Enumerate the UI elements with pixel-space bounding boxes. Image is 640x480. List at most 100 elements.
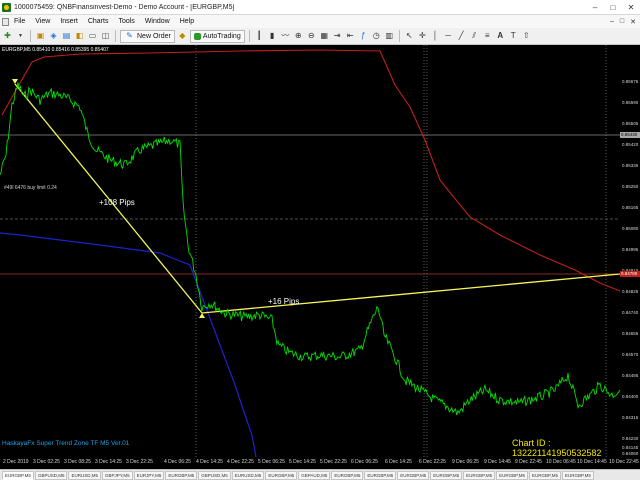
chart-tab[interactable]: EURGBP,M5 bbox=[430, 470, 463, 480]
autoscroll-icon[interactable]: ⇥ bbox=[332, 31, 343, 42]
chart-tab[interactable]: GBPUSD,M5 bbox=[198, 470, 231, 480]
yellow-trendline-flat[interactable] bbox=[201, 273, 621, 314]
terminal-icon[interactable]: ▭ bbox=[87, 31, 98, 42]
menu-insert[interactable]: Insert bbox=[55, 18, 83, 25]
mdi-controls: – □ ✕ bbox=[610, 18, 640, 26]
chart-tab[interactable]: EURUSD,M5 bbox=[68, 470, 101, 480]
bar-chart-icon[interactable]: ┃ bbox=[254, 31, 265, 42]
price-axis-label: 0.84400 bbox=[622, 394, 639, 399]
chart-tab[interactable]: EURGBP,M5 bbox=[496, 470, 529, 480]
time-axis-label: 6 Dec 14:25 bbox=[385, 459, 412, 465]
time-axis-label: 9 Dec 22:45 bbox=[515, 459, 542, 465]
trendline-icon[interactable]: ╱ bbox=[456, 31, 467, 42]
toolbar-separator bbox=[398, 30, 400, 42]
price-axis-label: 0.84315 bbox=[622, 415, 639, 420]
chart-tab[interactable]: EURGBP,M5 bbox=[463, 470, 496, 480]
price-axis-label: 0.85080 bbox=[622, 226, 639, 231]
tile-windows-icon[interactable]: ▦ bbox=[319, 31, 330, 42]
time-axis-label: 6 Dec 22:25 bbox=[419, 459, 446, 465]
fibonacci-icon[interactable]: ≡ bbox=[482, 31, 493, 42]
chart-tab[interactable]: EURGBP,M5 bbox=[529, 470, 561, 480]
time-axis-label: 9 Dec 14:45 bbox=[484, 459, 511, 465]
navigator-icon[interactable]: ◧ bbox=[74, 31, 85, 42]
price-axis-label: 0.84145 bbox=[622, 445, 639, 450]
menu-file[interactable]: File bbox=[9, 18, 30, 25]
text-tool-icon[interactable]: A bbox=[495, 31, 506, 42]
pips-annotation-1[interactable]: +108 Pips bbox=[99, 198, 135, 207]
chart-shift-icon[interactable]: ⇤ bbox=[345, 31, 356, 42]
new-chart-icon[interactable]: ✚ bbox=[2, 31, 13, 42]
autotrading-icon bbox=[193, 32, 201, 40]
document-icon bbox=[2, 17, 9, 26]
candlestick-icon[interactable]: ▮ bbox=[267, 31, 278, 42]
buy-limit-label: #49l 6476 buy limit 0.24 bbox=[4, 185, 57, 191]
cursor-icon[interactable]: ↖ bbox=[404, 31, 415, 42]
chart-tab[interactable]: EURUSD,M5 bbox=[231, 470, 265, 480]
menu-tools[interactable]: Tools bbox=[113, 18, 139, 25]
profiles-icon[interactable]: ▣ bbox=[35, 31, 46, 42]
data-window-icon[interactable]: ▤ bbox=[61, 31, 72, 42]
chart-tab[interactable]: EURGBP,M5 bbox=[265, 470, 298, 480]
dropdown-arrow-icon[interactable]: ▼ bbox=[15, 31, 26, 42]
red-price-tag: 0.84780 bbox=[620, 271, 640, 277]
chart-tab[interactable]: EURGBP,M5 bbox=[165, 470, 198, 480]
chart-tab[interactable]: EURGBP,M5 bbox=[2, 470, 34, 480]
menu-window[interactable]: Window bbox=[140, 18, 175, 25]
minimize-button[interactable]: – bbox=[586, 3, 604, 12]
chart-tab[interactable]: EURGBP,M5 bbox=[561, 470, 594, 480]
toolbar-separator bbox=[115, 30, 116, 42]
trade-arrow-icon bbox=[12, 79, 18, 84]
new-order-button[interactable]: ✎ New Order bbox=[120, 29, 175, 43]
chart-header: EURGBP,M5 0.85410 0.85416 0.85395 0.8540… bbox=[2, 47, 109, 53]
autotrading-label: AutoTrading bbox=[202, 32, 241, 40]
price-axis-label: 0.84825 bbox=[622, 289, 639, 294]
arrows-icon[interactable]: ⇧ bbox=[521, 31, 532, 42]
close-button[interactable]: ✕ bbox=[622, 3, 640, 12]
menu-bar: File View Insert Charts Tools Window Hel… bbox=[0, 15, 640, 28]
mdi-minimize-button[interactable]: – bbox=[610, 18, 614, 26]
metaeditor-icon[interactable]: ◆ bbox=[177, 31, 188, 42]
zoom-in-icon[interactable]: ⊕ bbox=[293, 31, 304, 42]
line-chart-icon[interactable]: 〰 bbox=[280, 31, 291, 42]
time-axis-label: 10 Dec 06:45 bbox=[546, 459, 576, 465]
chart-canvas[interactable] bbox=[0, 45, 640, 469]
mdi-close-button[interactable]: ✕ bbox=[630, 18, 636, 26]
time-axis-label: 3 Dec 14:25 bbox=[95, 459, 122, 465]
blue-trend-line bbox=[0, 232, 257, 458]
time-axis-label: 10 Dec 14:45 bbox=[577, 459, 607, 465]
vertical-line-icon[interactable]: │ bbox=[430, 31, 441, 42]
menu-help[interactable]: Help bbox=[175, 18, 199, 25]
periods-icon[interactable]: ◷ bbox=[371, 31, 382, 42]
market-watch-icon[interactable]: ◈ bbox=[48, 31, 59, 42]
indicators-icon[interactable]: ƒ bbox=[358, 31, 369, 42]
menu-charts[interactable]: Charts bbox=[83, 18, 114, 25]
strategy-tester-icon[interactable]: ◫ bbox=[100, 31, 111, 42]
chart-tab[interactable]: EURJPY,M5 bbox=[133, 470, 165, 480]
text-label-icon[interactable]: T bbox=[508, 31, 519, 42]
grey-price-tag: 0.85430 bbox=[620, 132, 640, 138]
price-axis-label: 0.85420 bbox=[622, 142, 639, 147]
chart-tab[interactable]: EURGBP,M5 bbox=[364, 470, 397, 480]
equidistant-channel-icon[interactable]: ⫽ bbox=[469, 31, 480, 42]
autotrading-button[interactable]: AutoTrading bbox=[189, 29, 245, 43]
metatrader-app-icon bbox=[2, 2, 11, 12]
pips-annotation-2[interactable]: +16 Pips bbox=[268, 297, 299, 306]
toolbar: ✚ ▼ ▣ ◈ ▤ ◧ ▭ ◫ ✎ New Order ◆ AutoTradin… bbox=[0, 28, 640, 45]
templates-icon[interactable]: ▥ bbox=[384, 31, 395, 42]
chart-tab[interactable]: EURGBP,M5 bbox=[397, 470, 430, 480]
crosshair-icon[interactable]: ✛ bbox=[417, 31, 428, 42]
chart-tab[interactable]: GBPJPY,M5 bbox=[101, 470, 133, 480]
horizontal-line-icon[interactable]: ─ bbox=[443, 31, 454, 42]
mdi-restore-button[interactable]: □ bbox=[620, 18, 624, 26]
price-axis-label: 0.85165 bbox=[622, 205, 639, 210]
zoom-out-icon[interactable]: ⊖ bbox=[306, 31, 317, 42]
chart-tab[interactable]: GBPAUD,M5 bbox=[298, 470, 331, 480]
chart-tab[interactable]: EURGBP,M5 bbox=[331, 470, 364, 480]
time-axis-label: 3 Dec 02:25 bbox=[33, 459, 60, 465]
menu-view[interactable]: View bbox=[30, 18, 55, 25]
chart-window[interactable]: EURGBP,M5 0.85410 0.85416 0.85395 0.8540… bbox=[0, 45, 640, 469]
price-axis-label: 0.84485 bbox=[622, 373, 639, 378]
price-axis-label: 0.84740 bbox=[622, 310, 639, 315]
maximize-button[interactable]: □ bbox=[604, 3, 622, 12]
chart-tab[interactable]: GBPUSD,M5 bbox=[34, 470, 68, 480]
